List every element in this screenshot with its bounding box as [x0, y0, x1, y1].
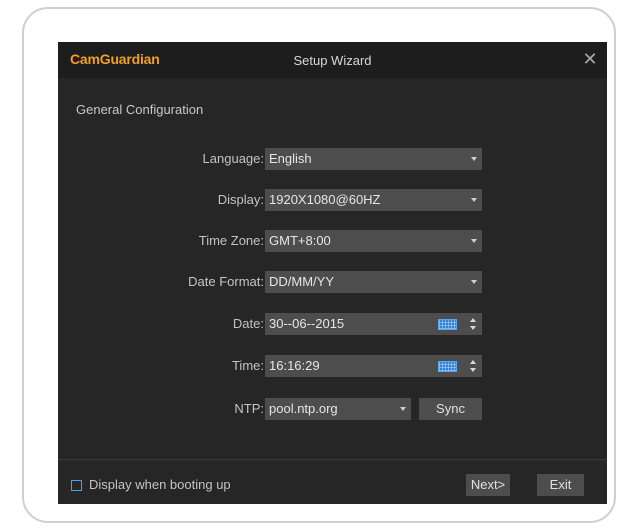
spinner-icon[interactable]: [469, 358, 477, 374]
display-select[interactable]: 1920X1080@60HZ: [265, 189, 482, 211]
dropdown-caret-icon: [471, 198, 477, 202]
display-value: 1920X1080@60HZ: [269, 192, 381, 207]
timezone-label: Time Zone:: [198, 233, 264, 248]
next-button[interactable]: Next>: [466, 474, 510, 496]
display-on-boot-label[interactable]: Display when booting up: [89, 477, 231, 492]
ntp-value: pool.ntp.org: [269, 401, 338, 416]
date-format-label: Date Format:: [188, 274, 264, 289]
dropdown-caret-icon: [471, 157, 477, 161]
spinner-down-icon[interactable]: [470, 368, 476, 372]
date-value: 30--06--2015: [269, 316, 345, 331]
section-title: General Configuration: [76, 102, 204, 117]
time-input[interactable]: 16:16:29: [265, 355, 482, 377]
setup-wizard-dialog: CamGuardian Setup Wizard ✕ General Confi…: [58, 42, 607, 504]
spinner-icon[interactable]: [469, 316, 477, 332]
date-input[interactable]: 30--06--2015: [265, 313, 482, 335]
dropdown-caret-icon: [400, 407, 406, 411]
window-title: Setup Wizard: [293, 53, 372, 68]
time-label: Time:: [231, 358, 264, 373]
footer-divider: [58, 459, 607, 460]
dropdown-caret-icon: [471, 239, 477, 243]
spinner-up-icon[interactable]: [470, 360, 476, 364]
display-on-boot-checkbox[interactable]: [71, 480, 82, 491]
ntp-select[interactable]: pool.ntp.org: [265, 398, 411, 420]
date-format-value: DD/MM/YY: [269, 274, 334, 289]
ntp-label: NTP:: [234, 401, 264, 416]
exit-button[interactable]: Exit: [537, 474, 584, 496]
language-label: Language:: [202, 151, 264, 166]
keyboard-icon[interactable]: [438, 361, 457, 372]
date-format-select[interactable]: DD/MM/YY: [265, 271, 482, 293]
time-value: 16:16:29: [269, 358, 320, 373]
close-icon[interactable]: ✕: [579, 47, 601, 71]
language-value: English: [269, 151, 312, 166]
display-label: Display:: [217, 192, 264, 207]
title-bar: CamGuardian Setup Wizard ✕: [58, 42, 607, 78]
timezone-value: GMT+8:00: [269, 233, 331, 248]
spinner-up-icon[interactable]: [470, 318, 476, 322]
keyboard-icon[interactable]: [438, 319, 457, 330]
date-label: Date:: [232, 316, 264, 331]
language-select[interactable]: English: [265, 148, 482, 170]
dropdown-caret-icon: [471, 280, 477, 284]
timezone-select[interactable]: GMT+8:00: [265, 230, 482, 252]
spinner-down-icon[interactable]: [470, 326, 476, 330]
sync-button[interactable]: Sync: [419, 398, 482, 420]
